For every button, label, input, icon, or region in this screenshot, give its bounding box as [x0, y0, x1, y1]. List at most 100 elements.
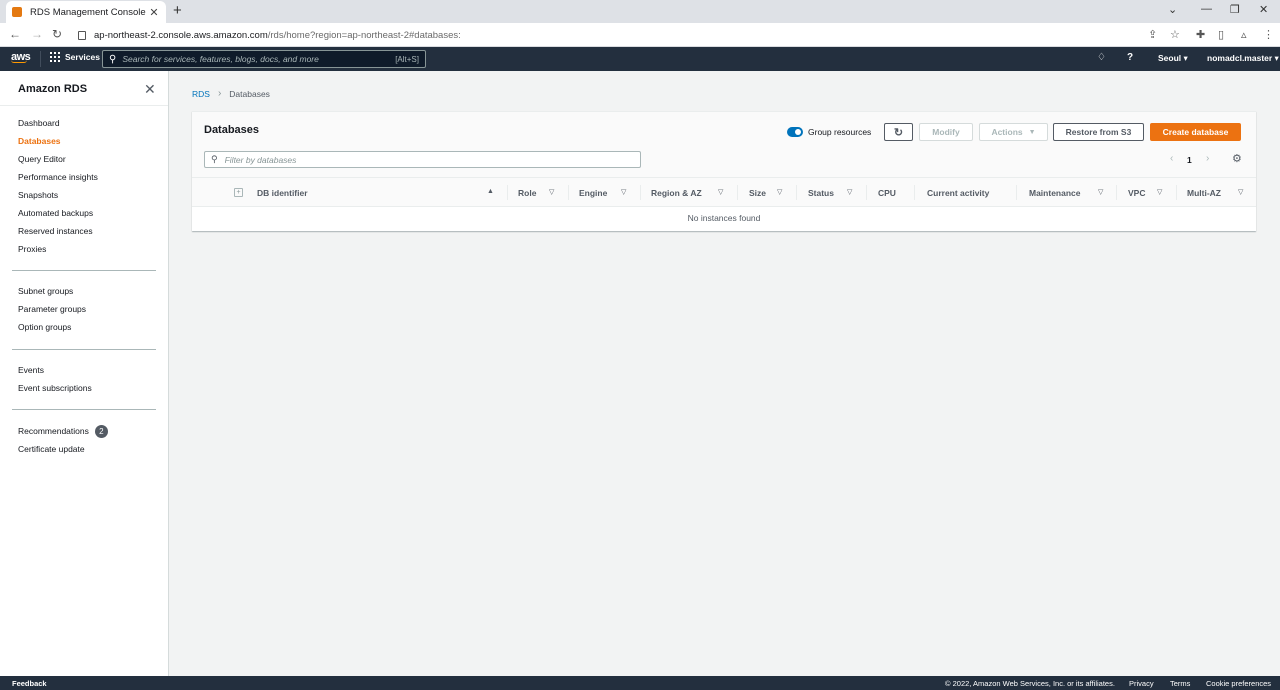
- column-header-engine[interactable]: Engine: [579, 188, 607, 198]
- restore-icon[interactable]: ❐: [1230, 3, 1240, 16]
- sidebar-item-events[interactable]: Events: [18, 365, 44, 375]
- breadcrumb-rds-link[interactable]: RDS: [192, 89, 210, 99]
- group-resources-label: Group resources: [808, 127, 872, 137]
- actions-button[interactable]: Actions ▼: [979, 123, 1048, 141]
- services-menu[interactable]: Services: [50, 52, 100, 62]
- filter-caret-icon[interactable]: ▽: [718, 188, 723, 196]
- page-title: Databases: [204, 124, 260, 136]
- sidebar-item-parameter-groups[interactable]: Parameter groups: [18, 304, 86, 314]
- sidebar-item-proxies[interactable]: Proxies: [18, 244, 46, 254]
- filter-caret-icon[interactable]: ▽: [1098, 188, 1103, 196]
- copyright-text: © 2022, Amazon Web Services, Inc. or its…: [945, 679, 1115, 688]
- filter-databases-input[interactable]: [224, 154, 634, 165]
- sidebar-item-option-groups[interactable]: Option groups: [18, 322, 71, 332]
- feedback-link[interactable]: Feedback: [12, 679, 47, 688]
- account-menu[interactable]: nomadcl.master ▾: [1207, 53, 1279, 64]
- url-path: /rds/home?region=ap-northeast-2#database…: [267, 29, 461, 41]
- next-page-icon[interactable]: ›: [1206, 153, 1209, 164]
- column-header-current-activity[interactable]: Current activity: [927, 188, 989, 198]
- column-header-region-az[interactable]: Region & AZ: [651, 188, 702, 198]
- sidebar-item-performance-insights[interactable]: Performance insights: [18, 172, 98, 182]
- search-input[interactable]: [122, 54, 396, 64]
- cookie-preferences-link[interactable]: Cookie preferences: [1206, 679, 1271, 688]
- back-icon[interactable]: ←: [9, 27, 21, 41]
- nav-separator: [40, 51, 41, 67]
- search-icon: ⚲: [211, 154, 218, 164]
- filter-caret-icon[interactable]: ▽: [777, 188, 782, 196]
- close-sidebar-icon[interactable]: ✕: [144, 81, 156, 98]
- help-icon[interactable]: ?: [1127, 52, 1133, 63]
- sort-ascending-icon[interactable]: ▲: [487, 188, 494, 195]
- caret-down-icon: ▼: [1028, 128, 1036, 136]
- side-panel-icon[interactable]: ▯: [1218, 28, 1224, 41]
- close-tab-icon[interactable]: ✕: [148, 6, 160, 19]
- filter-caret-icon[interactable]: ▽: [549, 188, 554, 196]
- sidebar-item-recommendations[interactable]: Recommendations 2: [18, 425, 108, 438]
- sidebar-item-automated-backups[interactable]: Automated backups: [18, 208, 93, 218]
- aws-logo-text: aws: [11, 51, 31, 63]
- cloudshell-icon[interactable]: ♢: [1097, 52, 1106, 63]
- close-window-icon[interactable]: ✕: [1259, 3, 1268, 16]
- aws-logo[interactable]: aws: [11, 51, 31, 63]
- refresh-icon: ↻: [893, 126, 904, 139]
- sidebar-item-certificate-update[interactable]: Certificate update: [18, 444, 85, 454]
- databases-panel: Databases Group resources ↻ Modify Actio…: [192, 111, 1256, 231]
- tab-search-icon[interactable]: ⌄: [1168, 3, 1177, 16]
- column-separator: [507, 185, 508, 200]
- sidebar-item-snapshots[interactable]: Snapshots: [18, 190, 58, 200]
- column-separator: [914, 185, 915, 200]
- sidebar-item-reserved-instances[interactable]: Reserved instances: [18, 226, 93, 236]
- column-header-role[interactable]: Role: [518, 188, 536, 198]
- actions-label: Actions: [991, 127, 1023, 137]
- sidebar-divider: [12, 270, 156, 271]
- recommendations-count-badge: 2: [94, 425, 108, 438]
- column-header-status[interactable]: Status: [808, 188, 834, 198]
- reload-icon[interactable]: ↻: [52, 27, 62, 41]
- bookmark-star-icon[interactable]: ☆: [1170, 28, 1180, 41]
- new-tab-icon[interactable]: +: [173, 2, 182, 19]
- minimize-icon[interactable]: —: [1201, 3, 1212, 15]
- extensions-icon[interactable]: ✚: [1196, 28, 1205, 41]
- page-number[interactable]: 1: [1187, 155, 1192, 165]
- column-header-size[interactable]: Size: [749, 188, 766, 198]
- column-header-maintenance[interactable]: Maintenance: [1029, 188, 1081, 198]
- sidebar-item-dashboard[interactable]: Dashboard: [18, 118, 60, 128]
- refresh-button[interactable]: ↻: [884, 123, 913, 141]
- expand-all-icon[interactable]: +: [234, 188, 243, 197]
- region-selector[interactable]: Seoul ▾: [1158, 53, 1188, 64]
- unified-search[interactable]: ⚲ [Alt+S]: [102, 50, 426, 68]
- terms-link[interactable]: Terms: [1170, 679, 1190, 688]
- browser-tab[interactable]: RDS Management Console ✕: [6, 1, 166, 23]
- filter-caret-icon[interactable]: ▽: [1157, 188, 1162, 196]
- sidebar-item-subnet-groups[interactable]: Subnet groups: [18, 286, 73, 296]
- privacy-link[interactable]: Privacy: [1129, 679, 1154, 688]
- sidebar-item-event-subscriptions[interactable]: Event subscriptions: [18, 383, 92, 393]
- column-header-multi-az[interactable]: Multi-AZ: [1187, 188, 1221, 198]
- filter-caret-icon[interactable]: ▽: [847, 188, 852, 196]
- footer: Feedback © 2022, Amazon Web Services, In…: [0, 676, 1280, 690]
- column-header-vpc[interactable]: VPC: [1128, 188, 1145, 198]
- aws-top-nav: aws Services ⚲ [Alt+S] ♢ ? Seoul ▾ nomad…: [0, 47, 1280, 71]
- restore-from-s3-button[interactable]: Restore from S3: [1053, 123, 1144, 141]
- preferences-gear-icon[interactable]: ⚙: [1232, 152, 1242, 165]
- create-database-button[interactable]: Create database: [1150, 123, 1241, 141]
- filter-box[interactable]: ⚲: [204, 151, 641, 168]
- previous-page-icon[interactable]: ‹: [1170, 153, 1173, 164]
- chevron-right-icon: ›: [217, 88, 222, 99]
- filter-caret-icon[interactable]: ▽: [621, 188, 626, 196]
- url-bar[interactable]: ap-northeast-2.console.aws.amazon.com/rd…: [78, 26, 1138, 44]
- forward-icon[interactable]: →: [31, 27, 43, 41]
- sidebar-item-databases[interactable]: Databases: [18, 136, 61, 146]
- column-header-db-identifier[interactable]: DB identifier: [257, 188, 308, 198]
- profile-icon[interactable]: ▵: [1241, 28, 1247, 41]
- modify-button[interactable]: Modify: [919, 123, 973, 141]
- sidebar: Amazon RDS ✕ Dashboard Databases Query E…: [0, 71, 169, 676]
- filter-caret-icon[interactable]: ▽: [1238, 188, 1243, 196]
- share-icon[interactable]: ⇪: [1148, 28, 1157, 41]
- column-separator: [796, 185, 797, 200]
- sidebar-item-query-editor[interactable]: Query Editor: [18, 154, 66, 164]
- column-header-cpu[interactable]: CPU: [878, 188, 896, 198]
- group-resources-toggle[interactable]: [787, 127, 803, 137]
- browser-toolbar: ← → ↻ ap-northeast-2.console.aws.amazon.…: [0, 23, 1280, 47]
- more-menu-icon[interactable]: ⋮: [1263, 28, 1274, 41]
